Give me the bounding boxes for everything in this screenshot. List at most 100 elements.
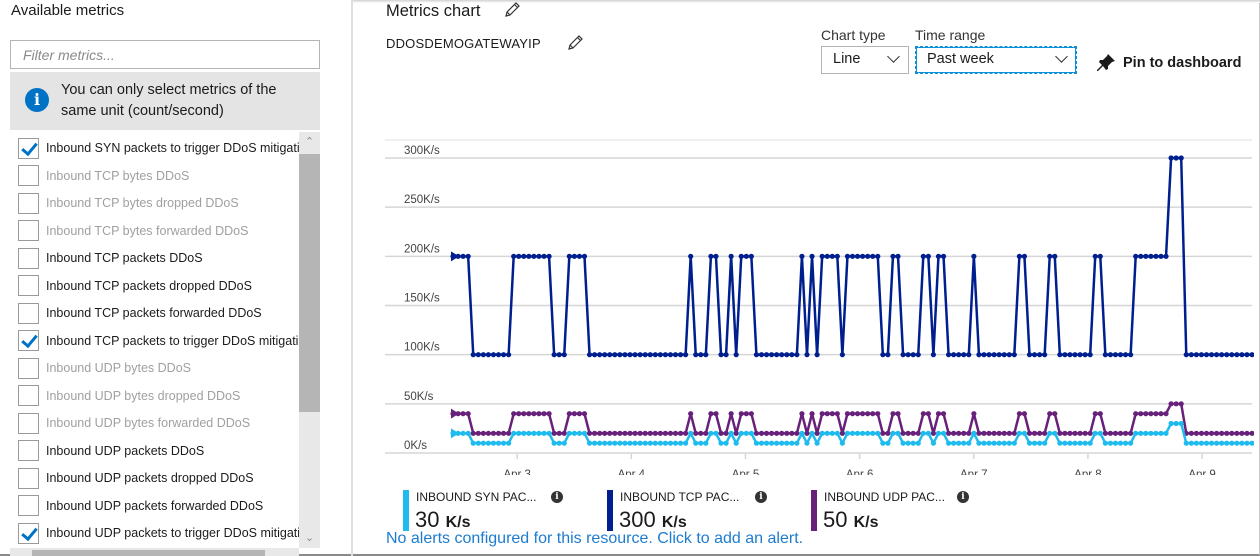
data-point-tcp xyxy=(945,352,952,358)
data-point-udp xyxy=(905,430,911,436)
data-point-tcp xyxy=(1203,352,1210,358)
info-icon[interactable]: i xyxy=(551,491,563,503)
data-point-udp xyxy=(1062,430,1068,436)
metric-list-item[interactable]: Inbound UDP bytes dropped DDoS xyxy=(18,385,300,407)
scrollbar-thumb[interactable] xyxy=(299,154,320,412)
info-icon[interactable]: i xyxy=(755,491,767,503)
data-point-syn xyxy=(1052,430,1058,436)
data-point-udp xyxy=(718,430,724,436)
data-point-tcp xyxy=(1229,352,1235,358)
data-point-tcp xyxy=(1107,352,1114,358)
data-point-syn xyxy=(465,430,471,436)
data-point-udp xyxy=(698,430,704,436)
metric-list-item[interactable]: Inbound UDP bytes forwarded DDoS xyxy=(18,412,300,434)
data-point-udp xyxy=(885,430,891,436)
metric-checkbox[interactable] xyxy=(18,302,39,324)
data-point-udp xyxy=(1128,430,1134,436)
data-point-udp xyxy=(597,430,603,436)
data-point-syn xyxy=(834,430,840,436)
metric-list-item[interactable]: Inbound TCP bytes DDoS xyxy=(18,165,300,187)
data-point-syn xyxy=(536,430,542,436)
data-point-udp xyxy=(1042,430,1048,436)
time-range-value: Past week xyxy=(927,51,994,67)
metric-checkbox[interactable] xyxy=(18,440,39,461)
metric-list-item[interactable]: Inbound TCP packets forwarded DDoS xyxy=(18,302,300,324)
metric-list-item[interactable]: Inbound UDP packets to trigger DDoS miti… xyxy=(18,522,300,544)
info-icon[interactable]: i xyxy=(957,491,969,503)
data-point-tcp xyxy=(1057,352,1063,358)
metric-checkbox[interactable] xyxy=(18,522,39,544)
data-point-syn xyxy=(617,440,623,446)
data-point-tcp xyxy=(860,253,866,259)
metric-list-item[interactable]: Inbound UDP packets DDoS xyxy=(18,440,300,462)
metric-checkbox[interactable] xyxy=(18,412,39,434)
metric-checkbox[interactable] xyxy=(18,247,39,269)
data-point-tcp xyxy=(1224,352,1230,358)
metric-list-item[interactable]: Inbound SYN packets to trigger DDoS miti… xyxy=(18,137,300,159)
metric-list-item[interactable]: Inbound UDP packets dropped DDoS xyxy=(18,467,300,489)
metric-checkbox[interactable] xyxy=(18,330,39,351)
time-range-select[interactable]: Past week xyxy=(915,46,1077,74)
metric-checkbox[interactable] xyxy=(18,385,39,406)
data-point-udp xyxy=(940,411,947,417)
data-point-udp xyxy=(854,411,861,417)
data-point-tcp xyxy=(885,352,891,358)
data-point-tcp xyxy=(1062,352,1068,358)
metric-list-item[interactable]: Inbound TCP bytes forwarded DDoS xyxy=(18,220,300,242)
data-point-syn xyxy=(1158,430,1164,436)
metric-checkbox[interactable] xyxy=(18,220,39,241)
data-point-syn xyxy=(602,440,608,446)
data-point-syn xyxy=(875,430,881,436)
metric-checkbox[interactable] xyxy=(18,467,39,489)
data-point-udp xyxy=(789,430,795,436)
data-point-syn xyxy=(1198,440,1205,446)
add-alert-link[interactable]: No alerts configured for this resource. … xyxy=(386,530,803,548)
scroll-down-icon[interactable]: ⌄ xyxy=(299,528,320,548)
data-point-syn xyxy=(860,430,866,436)
data-point-udp xyxy=(1229,430,1235,436)
metrics-list-scrollbar[interactable]: ⌃ ⌄ xyxy=(299,132,320,548)
metric-list-item[interactable]: Inbound TCP bytes dropped DDoS xyxy=(18,192,300,214)
data-point-syn xyxy=(925,430,931,436)
data-point-tcp xyxy=(652,352,658,358)
metric-list-item[interactable]: Inbound UDP bytes DDoS xyxy=(18,357,300,379)
metric-checkbox[interactable] xyxy=(18,357,39,379)
metric-checkbox[interactable] xyxy=(18,495,39,516)
edit-title-pencil-icon[interactable] xyxy=(503,1,521,19)
edit-resource-pencil-icon[interactable] xyxy=(566,34,584,52)
metric-checkbox[interactable] xyxy=(18,137,39,159)
metric-checkbox[interactable] xyxy=(18,165,39,186)
data-point-udp xyxy=(662,430,668,436)
data-point-tcp xyxy=(1168,155,1174,161)
metric-list-item[interactable]: Inbound TCP packets dropped DDoS xyxy=(18,275,300,297)
scroll-up-icon[interactable]: ⌃ xyxy=(299,132,320,152)
metric-checkbox[interactable] xyxy=(18,192,39,214)
data-point-tcp xyxy=(571,253,577,259)
data-point-udp xyxy=(814,430,820,436)
data-point-syn xyxy=(961,440,967,446)
data-point-syn xyxy=(849,430,856,436)
legend-metric-name: INBOUND TCP PAC... xyxy=(620,490,740,504)
metric-list-item[interactable]: Inbound TCP packets DDoS xyxy=(18,247,300,269)
pin-to-dashboard-button[interactable]: Pin to dashboard xyxy=(1096,53,1241,73)
data-point-udp xyxy=(460,411,466,417)
data-point-udp xyxy=(1011,430,1017,436)
data-point-syn xyxy=(1016,430,1022,436)
y-tick-label: 200K/s xyxy=(404,243,440,255)
metric-list-item[interactable]: Inbound UDP packets forwarded DDoS xyxy=(18,495,300,517)
data-point-syn xyxy=(632,440,638,446)
filter-metrics-input[interactable] xyxy=(10,40,320,69)
data-point-udp xyxy=(495,430,502,436)
chart-type-select[interactable]: Line xyxy=(821,46,909,74)
metric-list-item[interactable]: Inbound TCP packets to trigger DDoS miti… xyxy=(18,330,300,352)
hscrollbar-thumb[interactable] xyxy=(32,550,265,556)
data-point-syn xyxy=(976,440,982,446)
data-point-syn xyxy=(905,440,911,446)
data-point-udp xyxy=(546,411,552,417)
data-point-tcp xyxy=(531,253,537,259)
metric-checkbox[interactable] xyxy=(18,275,39,296)
metrics-list-hscrollbar[interactable] xyxy=(10,548,299,556)
data-point-udp xyxy=(804,430,810,436)
data-point-tcp xyxy=(758,352,765,358)
data-point-udp xyxy=(996,430,1002,436)
